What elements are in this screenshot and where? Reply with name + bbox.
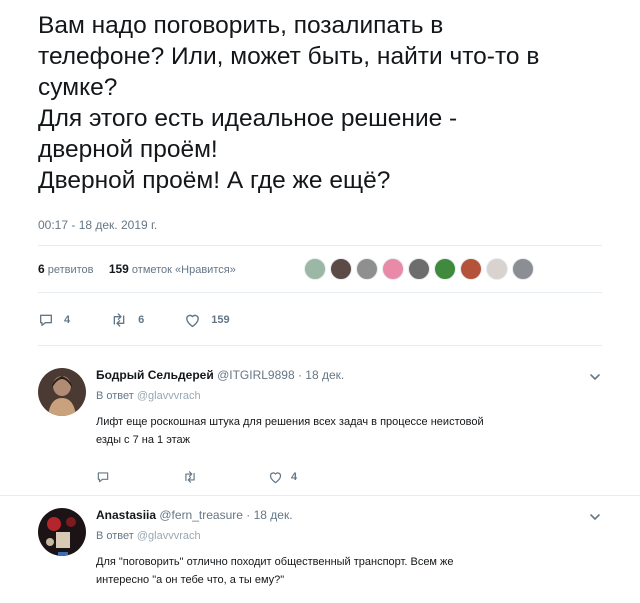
likes-count[interactable]: 159	[109, 262, 129, 276]
engagement-stats: 6 ретвитов 159 отметок «Нравится»	[38, 262, 236, 276]
reply-button[interactable]: 4	[38, 312, 70, 328]
reply-text: Лифт еще роскошная штука для решения все…	[96, 413, 566, 449]
reply-line: Лифт еще роскошная штука для решения все…	[96, 416, 484, 428]
liker-avatar[interactable]	[512, 258, 534, 280]
liker-avatar[interactable]	[356, 258, 378, 280]
retweet-icon	[185, 471, 195, 483]
reply-text: Для "поговорить" отлично походит обществ…	[96, 553, 566, 589]
retweet-icon	[113, 313, 125, 327]
liker-avatar[interactable]	[330, 258, 352, 280]
tweet-timestamp[interactable]: 00:17 - 18 дек. 2019 г.	[38, 218, 157, 232]
like-count: 4	[291, 471, 298, 483]
reply-actions: 4	[96, 470, 354, 484]
liker-avatar[interactable]	[486, 258, 508, 280]
author-handle[interactable]: @fern_treasure · 18 дек.	[159, 508, 292, 522]
tweet-line: Для этого есть идеальное решение -	[38, 105, 458, 132]
divider	[38, 245, 602, 246]
like-count: 159	[211, 314, 230, 326]
like-button[interactable]: 4	[268, 470, 354, 484]
tweet-line: Вам надо поговорить, позалипать в	[38, 12, 444, 39]
liker-avatar[interactable]	[304, 258, 326, 280]
retweets-label[interactable]: ретвитов	[48, 264, 94, 276]
author-handle[interactable]: @ITGIRL9898 · 18 дек.	[217, 368, 344, 382]
reply-to-label: В ответ	[96, 390, 134, 402]
reply-header: Бодрый Сельдерей @ITGIRL9898 · 18 дек.	[96, 368, 344, 382]
reply-to-mention[interactable]: @glavvvrach	[137, 530, 201, 542]
tweet-line: телефоне? Или, может быть, найти что-то …	[38, 43, 540, 70]
liker-avatar[interactable]	[408, 258, 430, 280]
retweet-button[interactable]	[182, 470, 268, 484]
tweet-line: дверной проём!	[38, 136, 218, 163]
tweet-line: сумке?	[38, 74, 118, 101]
reply-line: Для "поговорить" отлично походит обществ…	[96, 556, 454, 568]
divider	[38, 292, 602, 293]
author-name[interactable]: Anastasiia	[96, 508, 156, 522]
tweet-text: Вам надо поговорить, позалипать в телефо…	[38, 10, 618, 196]
reply-to-label: В ответ	[96, 530, 134, 542]
retweet-button[interactable]: 6	[110, 312, 144, 328]
avatar[interactable]	[38, 368, 86, 416]
liker-avatar[interactable]	[434, 258, 456, 280]
reply-to: В ответ @glavvvrach	[96, 390, 201, 402]
chevron-down-icon[interactable]	[588, 510, 602, 524]
reply-to-mention[interactable]: @glavvvrach	[137, 390, 201, 402]
liker-avatar[interactable]	[460, 258, 482, 280]
reply-icon	[97, 472, 109, 483]
like-button[interactable]: 159	[184, 312, 230, 328]
reply-tweet[interactable]: Бодрый Сельдерей @ITGIRL9898 · 18 дек. В…	[38, 368, 602, 488]
reply-count: 4	[64, 314, 71, 326]
likes-label[interactable]: отметок «Нравится»	[132, 264, 236, 276]
retweet-count: 6	[138, 314, 145, 326]
retweets-count[interactable]: 6	[38, 262, 45, 276]
tweet-line: Дверной проём! А где же ещё?	[38, 167, 391, 194]
author-name[interactable]: Бодрый Сельдерей	[96, 368, 214, 382]
heart-icon	[269, 472, 282, 484]
likers-avatars	[304, 258, 538, 280]
chevron-down-icon[interactable]	[588, 370, 602, 384]
heart-icon	[186, 314, 200, 328]
reply-to: В ответ @glavvvrach	[96, 530, 201, 542]
reply-button[interactable]	[96, 470, 182, 484]
reply-icon	[40, 314, 52, 326]
liker-avatar[interactable]	[382, 258, 404, 280]
divider	[0, 495, 640, 496]
divider	[38, 345, 602, 346]
reply-line: интересно "а он тебе что, а ты ему?"	[96, 574, 285, 586]
avatar[interactable]	[38, 508, 86, 556]
reply-tweet[interactable]: Anastasiia @fern_treasure · 18 дек. В от…	[38, 508, 602, 603]
tweet-actions: 4 6 159	[38, 312, 270, 328]
reply-header: Anastasiia @fern_treasure · 18 дек.	[96, 508, 293, 522]
reply-line: езды с 7 на 1 этаж	[96, 434, 190, 446]
